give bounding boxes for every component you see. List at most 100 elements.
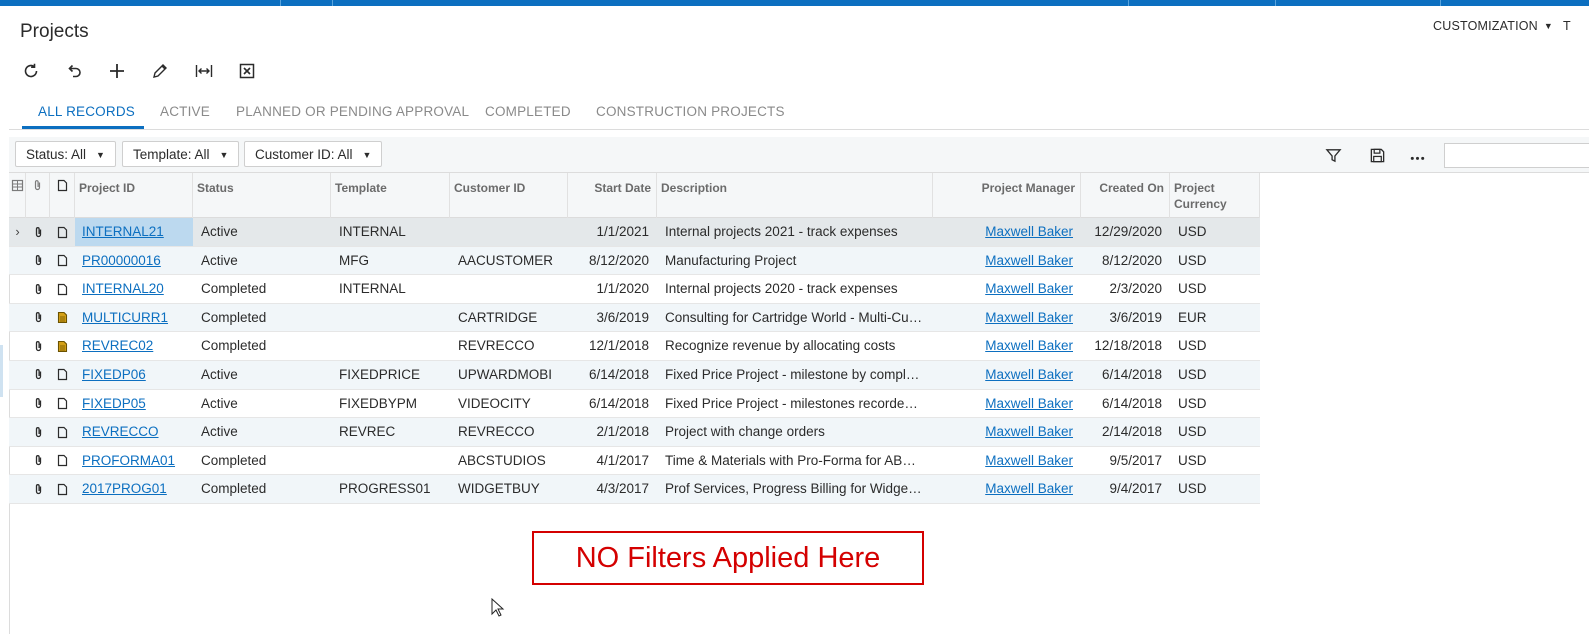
- column-header-description[interactable]: Description: [657, 173, 933, 218]
- row-files-button[interactable]: [26, 218, 50, 246]
- row-notes-button[interactable]: [50, 247, 75, 275]
- table-row[interactable]: REVRECCO Active REVREC REVRECCO 2/1/2018 Proj…: [9, 418, 1260, 447]
- files-column-header[interactable]: [26, 173, 50, 218]
- cell-project-manager[interactable]: Maxwell Baker: [933, 247, 1077, 275]
- cell-project-manager[interactable]: Maxwell Baker: [933, 390, 1077, 418]
- project-manager-link[interactable]: Maxwell Baker: [985, 310, 1073, 325]
- truncated-menu-label[interactable]: T: [1563, 19, 1571, 33]
- row-notes-button[interactable]: [50, 361, 75, 389]
- column-header-start-date[interactable]: Start Date: [568, 173, 657, 218]
- row-selector[interactable]: [9, 447, 26, 475]
- save-filter-button[interactable]: [1366, 144, 1388, 166]
- cell-project-id[interactable]: PR00000016: [75, 247, 193, 275]
- tab-planned-or-pending-approval[interactable]: PLANNED OR PENDING APPROVAL: [236, 104, 469, 119]
- cell-project-id[interactable]: INTERNAL20: [75, 275, 193, 303]
- cell-project-id[interactable]: INTERNAL21: [75, 218, 193, 246]
- row-files-button[interactable]: [26, 275, 50, 303]
- cell-project-manager[interactable]: Maxwell Baker: [933, 361, 1077, 389]
- column-config-button[interactable]: [9, 173, 26, 218]
- project-id-link[interactable]: REVREC02: [82, 338, 153, 353]
- cell-project-id[interactable]: FIXEDP06: [75, 361, 193, 389]
- table-row[interactable]: REVREC02 Completed REVRECCO 12/1/2018 Recogn…: [9, 332, 1260, 361]
- table-row[interactable]: 2017PROG01 Completed PROGRESS01 WIDGETBUY 4/…: [9, 475, 1260, 504]
- row-selector[interactable]: [9, 304, 26, 332]
- project-manager-link[interactable]: Maxwell Baker: [985, 253, 1073, 268]
- undo-button[interactable]: [61, 59, 87, 83]
- cell-project-manager[interactable]: Maxwell Baker: [933, 418, 1077, 446]
- tab-all-records[interactable]: ALL RECORDS: [38, 104, 135, 119]
- row-files-button[interactable]: [26, 390, 50, 418]
- search-input[interactable]: [1444, 143, 1589, 168]
- table-row[interactable]: FIXEDP06 Active FIXEDPRICE UPWARDMOBI 6/14/2…: [9, 360, 1260, 390]
- row-notes-button[interactable]: [50, 304, 75, 332]
- project-id-link[interactable]: 2017PROG01: [82, 481, 167, 496]
- status-filter[interactable]: Status: All ▼: [15, 141, 116, 167]
- tab-construction-projects[interactable]: CONSTRUCTION PROJECTS: [596, 104, 785, 119]
- row-notes-button[interactable]: [50, 332, 75, 360]
- project-manager-link[interactable]: Maxwell Baker: [985, 481, 1073, 496]
- table-row[interactable]: INTERNAL20 Completed INTERNAL 1/1/2020 Inter…: [9, 275, 1260, 304]
- row-notes-button[interactable]: [50, 275, 75, 303]
- project-id-link[interactable]: MULTICURR1: [82, 310, 168, 325]
- project-manager-link[interactable]: Maxwell Baker: [985, 281, 1073, 296]
- refresh-button[interactable]: [18, 59, 44, 83]
- row-files-button[interactable]: [26, 447, 50, 475]
- filter-settings-button[interactable]: [1322, 144, 1344, 166]
- cell-project-id[interactable]: MULTICURR1: [75, 304, 193, 332]
- table-row[interactable]: PR00000016 Active MFG AACUSTOMER 8/12/2020 Ma…: [9, 246, 1260, 276]
- project-manager-link[interactable]: Maxwell Baker: [985, 367, 1073, 382]
- row-selector[interactable]: [9, 275, 26, 303]
- project-id-link[interactable]: FIXEDP06: [82, 367, 146, 382]
- column-header-customer-id[interactable]: Customer ID: [450, 173, 568, 218]
- column-header-template[interactable]: Template: [331, 173, 450, 218]
- row-selector[interactable]: [9, 475, 26, 503]
- cell-project-id[interactable]: FIXEDP05: [75, 390, 193, 418]
- project-manager-link[interactable]: Maxwell Baker: [985, 338, 1073, 353]
- project-manager-link[interactable]: Maxwell Baker: [985, 396, 1073, 411]
- row-selector[interactable]: [9, 418, 26, 446]
- row-files-button[interactable]: [26, 475, 50, 503]
- tab-active[interactable]: ACTIVE: [160, 104, 210, 119]
- row-notes-button[interactable]: [50, 218, 75, 246]
- project-id-link[interactable]: FIXEDP05: [82, 396, 146, 411]
- row-selector[interactable]: [9, 332, 26, 360]
- tab-completed[interactable]: COMPLETED: [485, 104, 571, 119]
- column-header-created-on[interactable]: Created On: [1081, 173, 1170, 218]
- cell-project-manager[interactable]: Maxwell Baker: [933, 475, 1077, 503]
- fit-to-screen-button[interactable]: [191, 59, 217, 83]
- cell-project-manager[interactable]: Maxwell Baker: [933, 275, 1077, 303]
- cell-project-id[interactable]: REVREC02: [75, 332, 193, 360]
- column-header-project-manager[interactable]: Project Manager: [933, 173, 1081, 218]
- cell-project-id[interactable]: REVRECCO: [75, 418, 193, 446]
- row-selector[interactable]: [9, 247, 26, 275]
- row-files-button[interactable]: [26, 247, 50, 275]
- project-manager-link[interactable]: Maxwell Baker: [985, 424, 1073, 439]
- column-header-project-currency[interactable]: Project Currency: [1170, 173, 1260, 218]
- column-header-project-id[interactable]: Project ID: [75, 173, 193, 218]
- customization-menu[interactable]: CUSTOMIZATION ▼: [1433, 19, 1553, 33]
- add-button[interactable]: [104, 59, 130, 83]
- project-id-link[interactable]: PROFORMA01: [82, 453, 175, 468]
- row-files-button[interactable]: [26, 304, 50, 332]
- cell-project-manager[interactable]: Maxwell Baker: [933, 304, 1077, 332]
- template-filter[interactable]: Template: All ▼: [122, 141, 240, 167]
- row-notes-button[interactable]: [50, 390, 75, 418]
- cell-project-id[interactable]: 2017PROG01: [75, 475, 193, 503]
- project-manager-link[interactable]: Maxwell Baker: [985, 453, 1073, 468]
- row-files-button[interactable]: [26, 332, 50, 360]
- column-header-status[interactable]: Status: [193, 173, 331, 218]
- cell-project-manager[interactable]: Maxwell Baker: [933, 447, 1077, 475]
- cell-project-manager[interactable]: Maxwell Baker: [933, 332, 1077, 360]
- more-options-button[interactable]: [1406, 144, 1428, 166]
- table-row[interactable]: PROFORMA01 Completed ABCSTUDIOS 4/1/2017 Tim…: [9, 447, 1260, 476]
- project-id-link[interactable]: PR00000016: [82, 253, 161, 268]
- project-id-link[interactable]: REVRECCO: [82, 424, 159, 439]
- project-id-link[interactable]: INTERNAL21: [82, 224, 164, 239]
- table-row[interactable]: FIXEDP05 Active FIXEDBYPM VIDEOCITY 6/14/201…: [9, 390, 1260, 419]
- row-selector[interactable]: [9, 390, 26, 418]
- table-row[interactable]: › INTERNAL21 Active INTERNAL 1/1/2021 Interna…: [9, 218, 1260, 247]
- project-manager-link[interactable]: Maxwell Baker: [985, 224, 1073, 239]
- cell-project-manager[interactable]: Maxwell Baker: [933, 218, 1077, 246]
- notes-column-header[interactable]: [50, 173, 75, 218]
- row-files-button[interactable]: [26, 361, 50, 389]
